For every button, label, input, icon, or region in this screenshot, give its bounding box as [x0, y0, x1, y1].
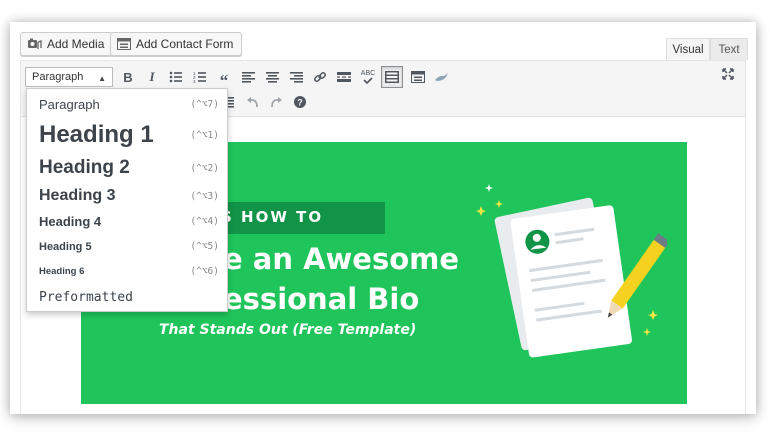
tab-visual-label: Visual: [672, 43, 704, 56]
align-center-icon: [265, 71, 279, 83]
italic-button[interactable]: I: [141, 66, 163, 88]
format-option-heading-5[interactable]: Heading 5 (^⌥5): [27, 234, 227, 259]
link-icon: [314, 72, 326, 82]
format-select[interactable]: Paragraph ▲: [25, 67, 113, 87]
toolbar-toggle-icon: [385, 71, 399, 83]
redo-button[interactable]: [265, 91, 287, 113]
banner-subtitle: That Stands Out (Free Template): [159, 322, 417, 338]
spellcheck-button[interactable]: ABC: [357, 66, 379, 88]
link-button[interactable]: [309, 66, 331, 88]
caret-up-icon: ▲: [98, 74, 106, 83]
format-option-heading-6[interactable]: Heading 6 (^⌥6): [27, 259, 227, 284]
resume-illustration: [476, 184, 667, 358]
add-media-label: Add Media: [47, 37, 105, 51]
format-option-label: Heading 5: [39, 240, 92, 253]
format-option-shortcut: (^⌥5): [190, 241, 219, 252]
help-button[interactable]: ?: [289, 91, 311, 113]
format-option-heading-3[interactable]: Heading 3 (^⌥3): [27, 183, 227, 209]
align-right-button[interactable]: [285, 66, 307, 88]
blockquote-icon: “: [219, 70, 229, 90]
form-icon: [117, 38, 131, 50]
help-icon: ?: [294, 96, 306, 108]
add-media-button[interactable]: Add Media: [20, 32, 114, 56]
format-option-label: Heading 3: [39, 187, 116, 204]
tab-visual[interactable]: Visual: [666, 38, 710, 60]
fullscreen-icon: [722, 68, 734, 80]
banner-howto: S HOW TO: [221, 208, 324, 226]
format-dropdown-menu: Paragraph (^⌥7) Heading 1 (^⌥1) Heading …: [26, 88, 228, 312]
numbered-list-icon: 1 2 3: [193, 71, 206, 83]
format-option-label: Heading 1: [39, 121, 154, 148]
wpcf7-button[interactable]: [431, 66, 453, 88]
toolbar-toggle-button[interactable]: [381, 66, 403, 88]
numbered-list-button[interactable]: 1 2 3: [189, 66, 211, 88]
format-option-label: Heading 4: [39, 214, 102, 229]
read-more-icon: [337, 72, 351, 82]
insert-form-button[interactable]: [407, 66, 429, 88]
svg-text:?: ?: [297, 98, 303, 108]
undo-button[interactable]: [241, 91, 263, 113]
italic-icon: I: [149, 69, 155, 84]
undo-icon: [246, 97, 258, 108]
align-left-icon: [241, 71, 255, 83]
svg-text:3: 3: [193, 79, 196, 83]
spellcheck-label: ABC: [360, 70, 376, 77]
align-center-button[interactable]: [261, 66, 283, 88]
format-option-label: Paragraph: [39, 96, 100, 112]
read-more-button[interactable]: [333, 66, 355, 88]
tab-text[interactable]: Text: [710, 38, 748, 60]
form-icon: [411, 71, 425, 83]
format-option-shortcut: (^⌥2): [190, 162, 219, 174]
format-option-heading-1[interactable]: Heading 1 (^⌥1): [27, 117, 227, 153]
format-option-shortcut: (^⌥6): [190, 266, 219, 277]
banner-title-line2: essional Bio: [223, 282, 420, 316]
format-option-shortcut: (^⌥3): [190, 190, 219, 202]
format-option-preformatted[interactable]: Preformatted: [27, 284, 227, 310]
format-option-label: Preformatted: [39, 289, 133, 305]
format-option-heading-4[interactable]: Heading 4 (^⌥4): [27, 209, 227, 234]
camera-music-icon: [28, 38, 42, 49]
add-contact-form-label: Add Contact Form: [136, 37, 234, 51]
format-option-shortcut: (^⌥1): [190, 129, 219, 141]
blockquote-button[interactable]: “: [213, 66, 235, 90]
bullet-list-button[interactable]: [165, 66, 187, 88]
format-option-label: Heading 6: [39, 266, 85, 277]
format-option-label: Heading 2: [39, 157, 130, 178]
spellcheck-icon: [363, 77, 373, 84]
format-select-value: Paragraph: [32, 71, 84, 83]
bold-icon: B: [123, 69, 133, 85]
editor-window: Add Media Add Contact Form Visual Text P…: [10, 22, 756, 414]
bullet-list-icon: [169, 71, 182, 83]
fullscreen-button[interactable]: [717, 63, 739, 85]
wpcf7-icon: [435, 73, 448, 81]
format-option-heading-2[interactable]: Heading 2 (^⌥2): [27, 153, 227, 183]
redo-icon: [270, 97, 282, 108]
format-option-paragraph[interactable]: Paragraph (^⌥7): [27, 91, 227, 117]
format-option-shortcut: (^⌥4): [190, 216, 219, 227]
tab-text-label: Text: [718, 43, 740, 56]
align-left-button[interactable]: [237, 66, 259, 88]
align-right-icon: [289, 71, 303, 83]
bold-button[interactable]: B: [117, 66, 139, 88]
format-option-shortcut: (^⌥7): [190, 98, 219, 110]
add-contact-form-button[interactable]: Add Contact Form: [110, 32, 243, 56]
banner-title-line1: e an Awesome: [223, 242, 460, 276]
